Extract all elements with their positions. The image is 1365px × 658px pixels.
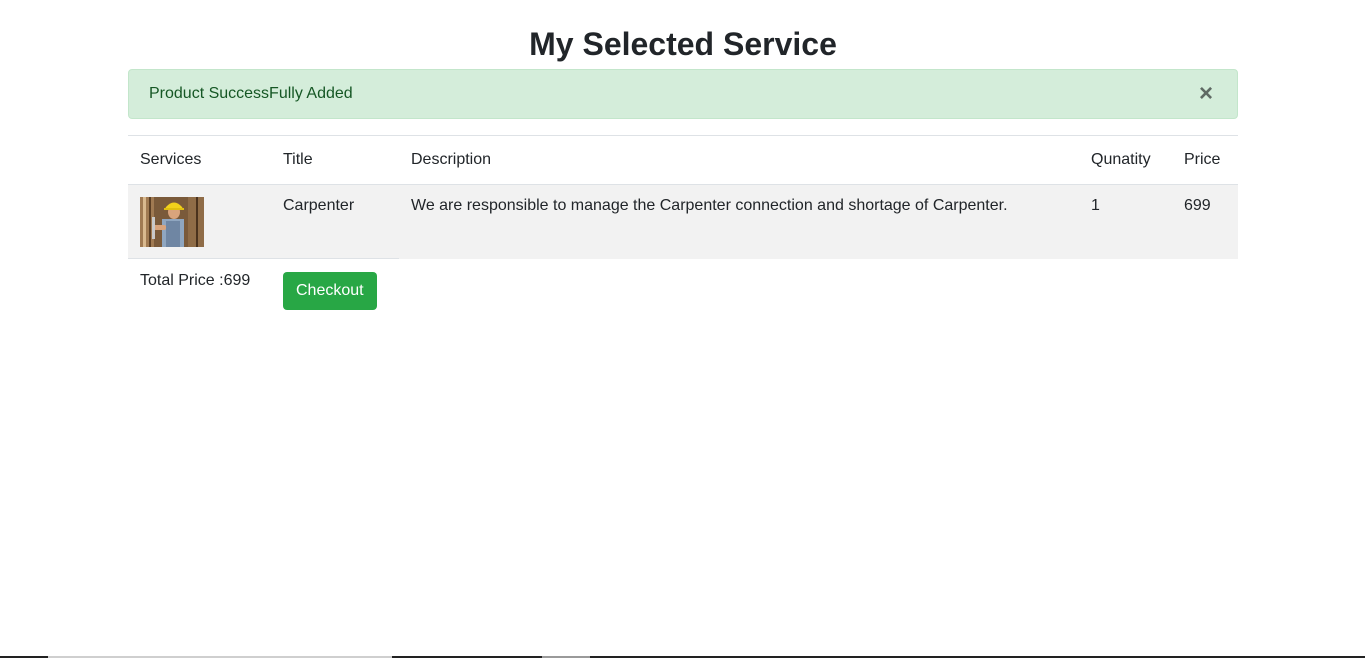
header-title: Title [271,135,399,185]
checkout-button[interactable]: Checkout [283,272,377,310]
alert-message: Product SuccessFully Added [149,85,353,102]
close-icon[interactable]: × [1195,82,1217,106]
service-image-cell [128,184,271,259]
header-description: Description [399,135,1079,185]
header-quantity: Qunatity [1079,135,1172,185]
page-title: My Selected Service [529,26,837,62]
table-header-row: Services Title Description Qunatity Pric… [128,135,1238,185]
total-row: Total Price :699 Checkout [128,258,1238,321]
service-description: We are responsible to manage the Carpent… [399,184,1079,259]
service-quantity: 1 [1079,184,1172,259]
table-row: Carpenter We are responsible to manage t… [128,184,1238,259]
cart-table: Services Title Description Qunatity Pric… [128,135,1238,321]
total-price: Total Price :699 [128,258,271,321]
header-services: Services [128,135,271,185]
main-container: My Selected Service Product SuccessFully… [128,0,1238,321]
page: My Selected Service Product SuccessFully… [0,0,1365,658]
service-price: 699 [1172,184,1238,259]
checkout-cell: Checkout [271,258,399,321]
success-alert: Product SuccessFully Added × [128,69,1238,119]
carpenter-photo [140,197,204,247]
header-price: Price [1172,135,1238,185]
service-title: Carpenter [271,184,399,259]
